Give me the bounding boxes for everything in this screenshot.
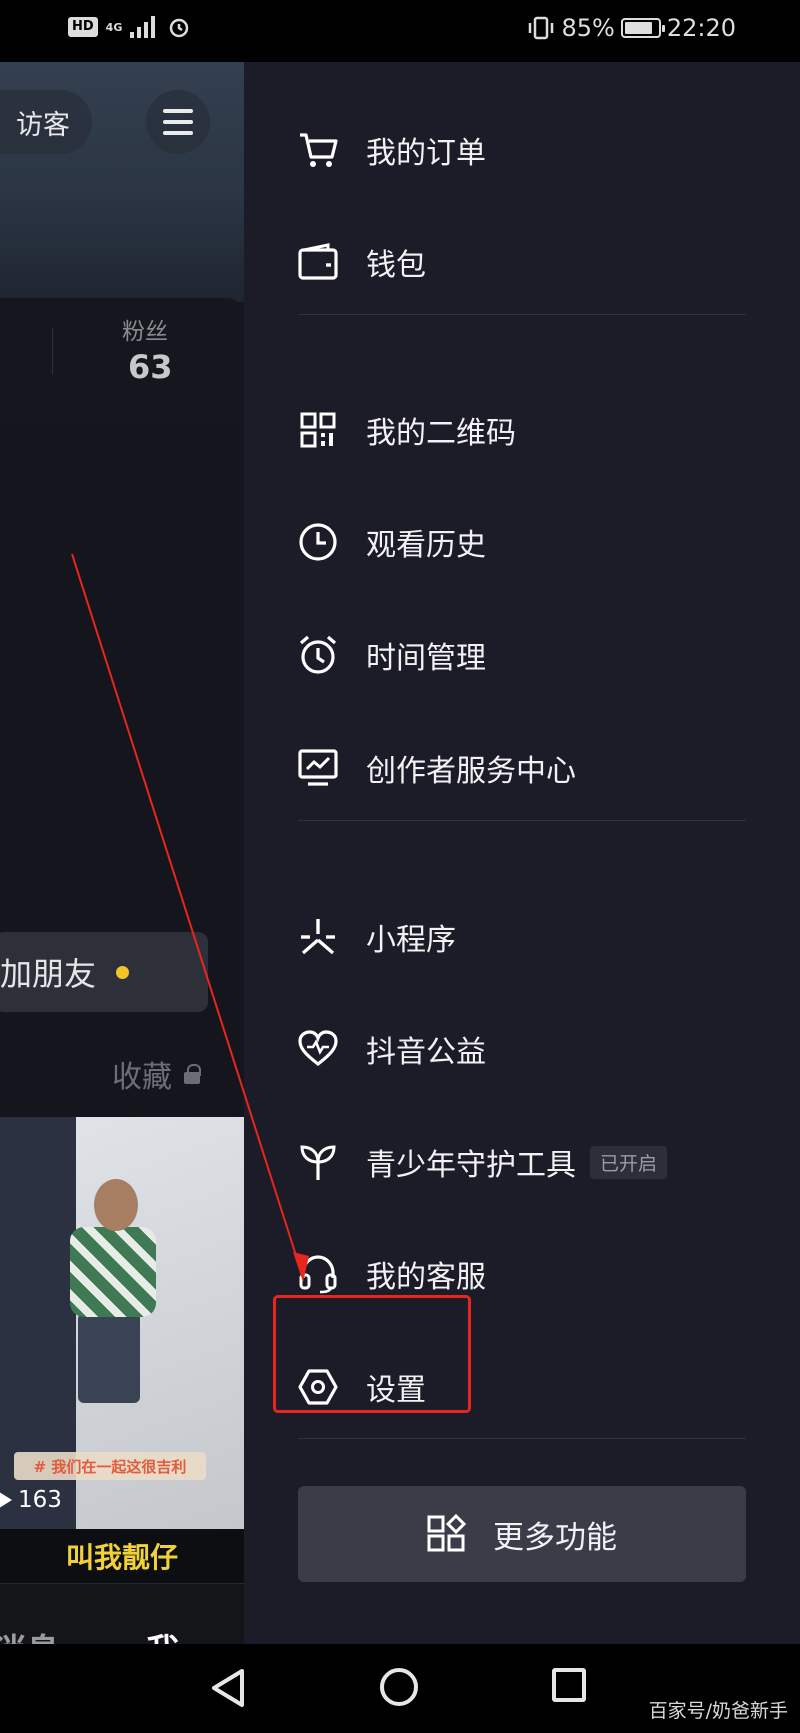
watermark: 百家号/奶爸新手 bbox=[648, 1700, 788, 1722]
settings-highlight-box bbox=[273, 1295, 471, 1413]
home-icon[interactable] bbox=[380, 1668, 418, 1706]
back-icon[interactable] bbox=[210, 1668, 246, 1708]
system-nav-bar: 百家号/奶爸新手 bbox=[0, 1644, 800, 1733]
annotation-arrow bbox=[71, 553, 309, 1282]
recent-apps-icon[interactable] bbox=[552, 1668, 586, 1702]
